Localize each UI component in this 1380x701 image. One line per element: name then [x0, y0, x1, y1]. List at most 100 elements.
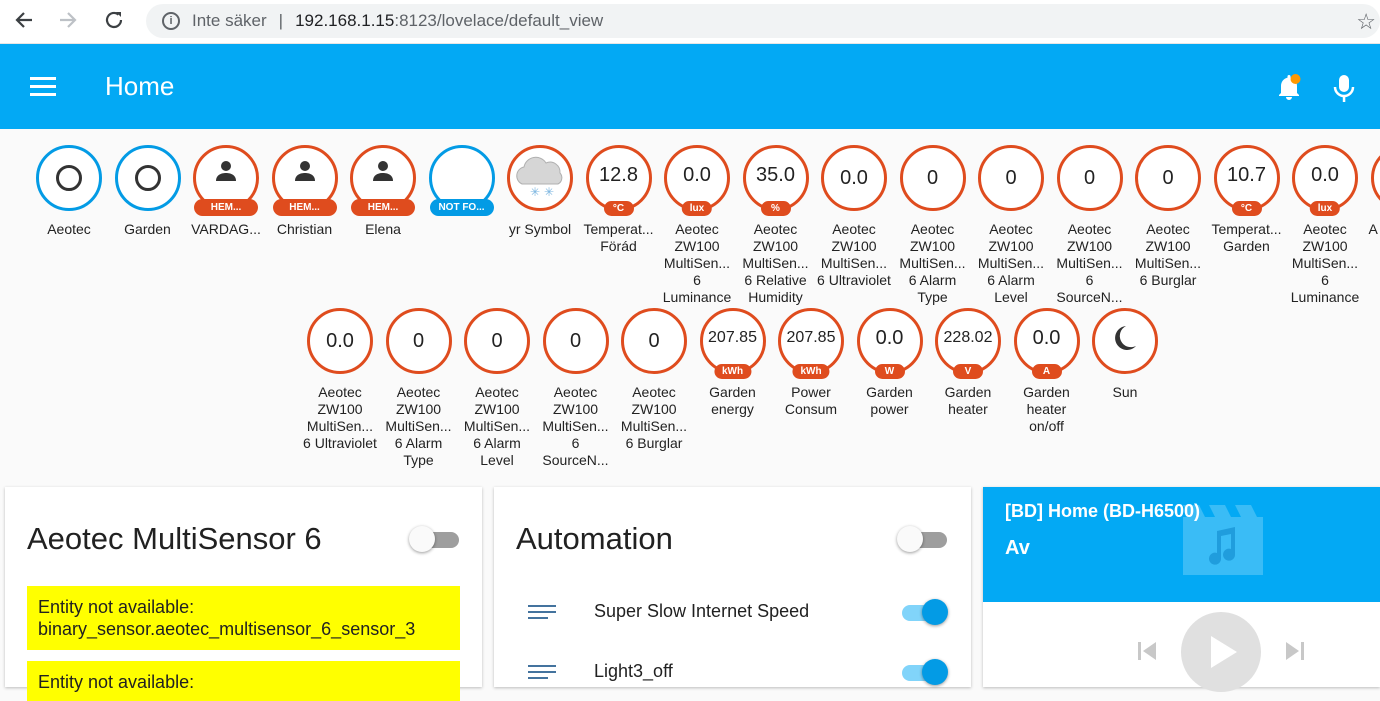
badge-circle: 0: [900, 145, 966, 211]
state-badge[interactable]: 0 Aeotec ZW100 MultiSen... 6 Alarm Level: [974, 145, 1048, 306]
person-icon: [370, 158, 396, 190]
bookmark-star-icon[interactable]: ☆: [1356, 9, 1376, 35]
address-bar[interactable]: i Inte säker | 192.168.1.15:8123/lovelac…: [146, 4, 1380, 38]
badge-circle: 0.0lux: [664, 145, 730, 211]
automation-toggle[interactable]: [896, 601, 948, 623]
automation-card-toggle[interactable]: [897, 528, 949, 550]
state-badge[interactable]: 0.0lux Aeotec ZW100 MultiSen... 6 Luminan…: [660, 145, 734, 306]
notification-bell-icon[interactable]: [1273, 72, 1305, 104]
badge-circle: 10.7°C: [1214, 145, 1280, 211]
svg-text:✳: ✳: [544, 185, 554, 199]
state-badge[interactable]: Sun: [1088, 308, 1162, 401]
state-badge[interactable]: 0Aeotec ZW100 MultiSen... 6 SourceN...: [1053, 145, 1127, 306]
badge-label: Garden heater: [931, 384, 1005, 418]
badge-label: Aeotec ZW100 MultiSen... 6 Luminance: [660, 221, 734, 306]
app-header: Home: [0, 44, 1380, 129]
automation-row[interactable]: Light3_off: [520, 653, 950, 693]
badge-circle: 207.85kWh: [778, 308, 844, 374]
badge-value: 10.7: [1227, 164, 1266, 187]
state-badge[interactable]: 0Aeotec ZW100 MultiSen... 6 Burglar: [1131, 145, 1205, 289]
badge-unit: °C: [604, 201, 634, 216]
sensor-card: Aeotec MultiSensor 6 Entity not availabl…: [5, 487, 482, 687]
person-icon: [292, 158, 318, 190]
media-player-card: [BD] Home (BD-H6500) Av: [983, 487, 1380, 687]
state-badge[interactable]: HEM... VARDAG...: [189, 145, 263, 238]
state-badge[interactable]: 0.0Aeotec ZW100 MultiSen... 6 Ultraviole…: [303, 308, 377, 452]
badge-circle: 0: [978, 145, 1044, 211]
sensor-card-toggle[interactable]: [409, 528, 461, 550]
badge-unit: kWh: [792, 364, 829, 379]
badge-unit: kWh: [714, 364, 751, 379]
state-badge[interactable]: NOT FO...: [425, 145, 499, 221]
microphone-icon[interactable]: [1330, 72, 1358, 104]
card-title: Automation: [516, 521, 673, 557]
badge-circle: 0: [464, 308, 530, 374]
state-badge[interactable]: Garden: [111, 145, 185, 238]
badge-label: Garden: [111, 221, 185, 238]
next-track-icon[interactable]: [1283, 639, 1307, 663]
badge-circle: 0.0A: [1014, 308, 1080, 374]
forward-icon[interactable]: [46, 0, 90, 40]
automation-icon: [528, 605, 556, 623]
badge-label: Sun: [1088, 384, 1162, 401]
page-title: Home: [105, 71, 174, 102]
state-badge[interactable]: HEM...Christian: [268, 145, 342, 238]
person-icon: [213, 158, 239, 190]
state-badge[interactable]: 228.02V Garden heater: [931, 308, 1005, 418]
badge-value: 207.85: [787, 329, 836, 347]
play-button[interactable]: [1181, 612, 1261, 692]
badge-value: 0.0: [1033, 327, 1061, 350]
reload-icon[interactable]: [92, 0, 136, 40]
badge-label: Aeotec ZW100 MultiSen... 6 Relative Humi…: [739, 221, 813, 306]
state-badge[interactable]: HEM...Elena: [346, 145, 420, 238]
badge-circle: 228.02V: [935, 308, 1001, 374]
svg-text:✳: ✳: [530, 185, 540, 199]
automation-name: Light3_off: [594, 661, 673, 682]
state-badge[interactable]: 0Aeotec ZW100 MultiSen... 6 Burglar: [617, 308, 691, 452]
badge-circle: 0: [1057, 145, 1123, 211]
badge-circle: 0.0lux: [1292, 145, 1358, 211]
badge-label: VARDAG...: [189, 221, 263, 238]
badge-circle: NOT FO...: [429, 145, 495, 211]
state-badge[interactable]: 0Aeotec ZW100 MultiSen... 6 SourceN...: [539, 308, 613, 469]
card-title: Aeotec MultiSensor 6: [27, 521, 322, 557]
state-badge[interactable]: 0Aeotec ZW100 MultiSen... 6 Alarm Type: [896, 145, 970, 306]
badge-unit: °C: [1232, 201, 1262, 216]
badge-label: Temperat... Förád: [582, 221, 656, 255]
automation-icon: [528, 665, 556, 683]
badge-label: Aeotec ZW100 MultiSen... 6 Ultraviolet: [303, 384, 377, 452]
badge-circle: 0: [543, 308, 609, 374]
menu-icon[interactable]: [30, 77, 56, 101]
state-badge[interactable]: 0.0AGarden heater on/off: [1010, 308, 1084, 435]
state-badge[interactable]: 0.0Aeotec ZW100 MultiSen... 6 Ultraviole…: [817, 145, 891, 289]
badge-value: 0: [648, 330, 659, 353]
state-badge[interactable]: 5A Z Mu 6 R Hu: [1367, 145, 1380, 255]
state-badge[interactable]: ✳✳yr Symbol: [503, 145, 577, 238]
badge-unit: lux: [1310, 201, 1340, 216]
state-badge[interactable]: 0.0WGarden power: [853, 308, 927, 418]
state-badge[interactable]: 12.8°CTemperat... Förád: [582, 145, 656, 255]
state-badge[interactable]: 0Aeotec ZW100 MultiSen... 6 Alarm Type: [382, 308, 456, 469]
previous-track-icon[interactable]: [1135, 639, 1159, 663]
badge-value: 0: [1084, 167, 1095, 190]
badge-circle: HEM...: [193, 145, 259, 211]
state-badge[interactable]: 207.85kWhPower Consum: [774, 308, 848, 418]
state-badge[interactable]: Aeotec: [32, 145, 106, 238]
badge-label: Aeotec: [32, 221, 106, 238]
badge-circle: HEM...: [272, 145, 338, 211]
badge-label: Elena: [346, 221, 420, 238]
media-state: Av: [1005, 537, 1030, 560]
back-icon[interactable]: [2, 0, 46, 40]
state-badge[interactable]: 35.0%Aeotec ZW100 MultiSen... 6 Relative…: [739, 145, 813, 306]
badge-circle: 0: [621, 308, 687, 374]
state-badge[interactable]: 207.85kWhGarden energy: [696, 308, 770, 418]
badge-circle: 207.85kWh: [700, 308, 766, 374]
entity-warning: Entity not available:: [27, 661, 460, 701]
badge-value: 0.0: [840, 167, 868, 190]
state-badge[interactable]: 0Aeotec ZW100 MultiSen... 6 Alarm Level: [460, 308, 534, 469]
state-badge[interactable]: 10.7°CTemperat... Garden: [1210, 145, 1284, 255]
state-badge[interactable]: 0.0luxAeotec ZW100 MultiSen... 6 Luminan…: [1288, 145, 1362, 306]
info-icon[interactable]: i: [162, 12, 180, 30]
automation-row[interactable]: Super Slow Internet Speed: [520, 593, 950, 633]
badge-label: Aeotec ZW100 MultiSen... 6 Alarm Level: [974, 221, 1048, 306]
